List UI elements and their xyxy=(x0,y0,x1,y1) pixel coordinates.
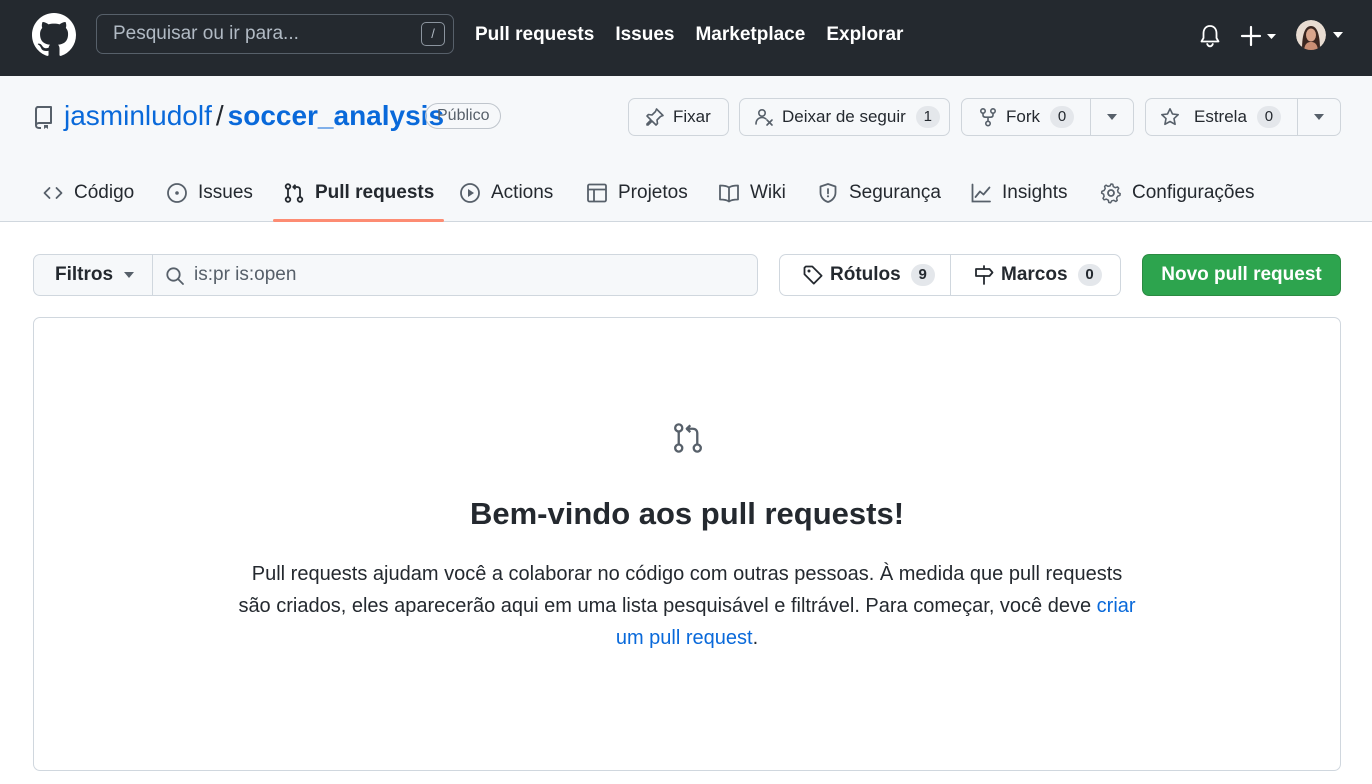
star-button[interactable]: Estrela 0 xyxy=(1146,99,1298,135)
blankslate-title: Bem-vindo aos pull requests! xyxy=(469,496,905,531)
pin-button[interactable]: Fixar xyxy=(628,98,729,136)
fork-button[interactable]: Fork 0 xyxy=(962,99,1091,135)
blankslate-text-end: . xyxy=(752,627,759,649)
fork-counter: 0 xyxy=(1050,106,1074,128)
global-nav-explore[interactable]: Explorar xyxy=(826,22,903,48)
pull-request-icon xyxy=(674,423,702,453)
fork-button-group: Fork 0 xyxy=(961,98,1134,136)
tab-actions-label: Actions xyxy=(491,182,554,203)
gear-icon xyxy=(1100,183,1121,204)
repo-title: jasminludolf / soccer_analysis xyxy=(64,98,444,134)
tab-projects[interactable]: Projetos xyxy=(586,164,688,222)
star-button-group: Estrela 0 xyxy=(1145,98,1341,136)
milestones-counter: 0 xyxy=(1077,264,1102,286)
tag-icon xyxy=(803,265,823,285)
pull-request-icon xyxy=(284,183,304,203)
blankslate-description: Pull requests ajudam você a colaborar no… xyxy=(234,558,1140,654)
tab-projects-label: Projetos xyxy=(618,182,688,203)
labels-label: Rótulos xyxy=(830,264,901,285)
tab-code[interactable]: Código xyxy=(42,164,134,222)
visibility-badge: Público xyxy=(425,103,502,129)
fork-icon xyxy=(979,107,997,127)
labels-counter: 9 xyxy=(910,264,935,286)
book-icon xyxy=(719,184,739,203)
pin-label: Fixar xyxy=(673,107,711,126)
star-dropdown[interactable] xyxy=(1298,99,1340,135)
global-nav-marketplace[interactable]: Marketplace xyxy=(695,22,805,48)
tab-insights-label: Insights xyxy=(1002,182,1068,203)
tab-security-label: Segurança xyxy=(849,182,941,203)
tab-settings[interactable]: Configurações xyxy=(1100,164,1255,222)
star-counter: 0 xyxy=(1256,106,1281,128)
milestones-label: Marcos xyxy=(1001,264,1068,285)
pin-icon xyxy=(646,108,664,126)
table-icon xyxy=(587,183,607,203)
labels-milestones-group: Rótulos 9 Marcos 0 xyxy=(779,254,1121,296)
tab-wiki[interactable]: Wiki xyxy=(718,164,786,222)
star-label: Estrela xyxy=(1194,107,1247,126)
global-search-input[interactable] xyxy=(113,15,403,53)
tab-issues[interactable]: Issues xyxy=(166,164,253,222)
eye-slash-icon xyxy=(755,108,773,126)
search-shortcut-key: / xyxy=(421,22,445,46)
chevron-down-icon xyxy=(124,272,135,278)
graph-icon xyxy=(971,183,991,203)
fork-label: Fork xyxy=(1006,107,1040,126)
issue-icon xyxy=(167,183,187,203)
filters-label: Filtros xyxy=(55,264,114,285)
tab-code-label: Código xyxy=(74,182,135,203)
milestones-button[interactable]: Marcos 0 xyxy=(951,255,1120,295)
global-nav: Pull requests Issues Marketplace Explora… xyxy=(475,22,903,48)
chevron-down-icon xyxy=(1314,114,1324,120)
user-menu[interactable] xyxy=(1296,20,1344,52)
repo-header: jasminludolf / soccer_analysis Público Fix… xyxy=(0,76,1372,222)
shield-icon xyxy=(819,183,837,203)
tab-actions[interactable]: Actions xyxy=(459,164,553,222)
repo-nav: Código Issues Pull requests Actions Proj… xyxy=(0,164,1372,222)
play-icon xyxy=(460,183,480,203)
unwatch-button[interactable]: Deixar de seguir 1 xyxy=(739,98,950,136)
global-nav-issues[interactable]: Issues xyxy=(615,22,674,48)
unwatch-label: Deixar de seguir xyxy=(782,107,906,126)
star-icon xyxy=(1161,108,1179,126)
repo-name-link[interactable]: soccer_analysis xyxy=(228,100,444,131)
fork-dropdown[interactable] xyxy=(1091,99,1133,135)
bell-icon[interactable] xyxy=(1198,23,1222,49)
chevron-down-icon xyxy=(1333,32,1343,38)
milestone-icon xyxy=(975,265,994,285)
pr-search-input[interactable] xyxy=(194,255,744,295)
repo-path-separator: / xyxy=(215,100,224,131)
blankslate: Bem-vindo aos pull requests! Pull reques… xyxy=(33,317,1341,771)
repo-owner-link[interactable]: jasminludolf xyxy=(64,100,212,131)
new-pull-request-button[interactable]: Novo pull request xyxy=(1142,254,1341,296)
tab-wiki-label: Wiki xyxy=(750,182,786,203)
tab-issues-label: Issues xyxy=(198,182,253,203)
tab-pull-requests-label: Pull requests xyxy=(315,182,435,203)
blankslate-text: Pull requests ajudam você a colaborar no… xyxy=(238,563,1123,617)
tab-insights[interactable]: Insights xyxy=(970,164,1067,222)
filters-dropdown[interactable]: Filtros xyxy=(33,254,152,296)
search-icon xyxy=(166,267,184,285)
chevron-down-icon xyxy=(1107,114,1117,120)
code-icon xyxy=(43,187,63,199)
global-search[interactable] xyxy=(96,14,454,54)
plus-icon[interactable] xyxy=(1240,24,1280,48)
github-logo[interactable] xyxy=(32,13,76,57)
watch-counter: 1 xyxy=(915,106,940,128)
pr-search xyxy=(152,254,758,296)
labels-button[interactable]: Rótulos 9 xyxy=(780,255,951,295)
global-header: / Pull requests Issues Marketplace Explo… xyxy=(0,0,1372,76)
repo-icon xyxy=(35,106,52,129)
avatar[interactable] xyxy=(1296,20,1326,50)
global-nav-pull-requests[interactable]: Pull requests xyxy=(475,22,594,48)
tab-settings-label: Configurações xyxy=(1132,182,1255,203)
tab-pull-requests[interactable]: Pull requests xyxy=(272,164,445,222)
tab-security[interactable]: Segurança xyxy=(817,164,941,222)
